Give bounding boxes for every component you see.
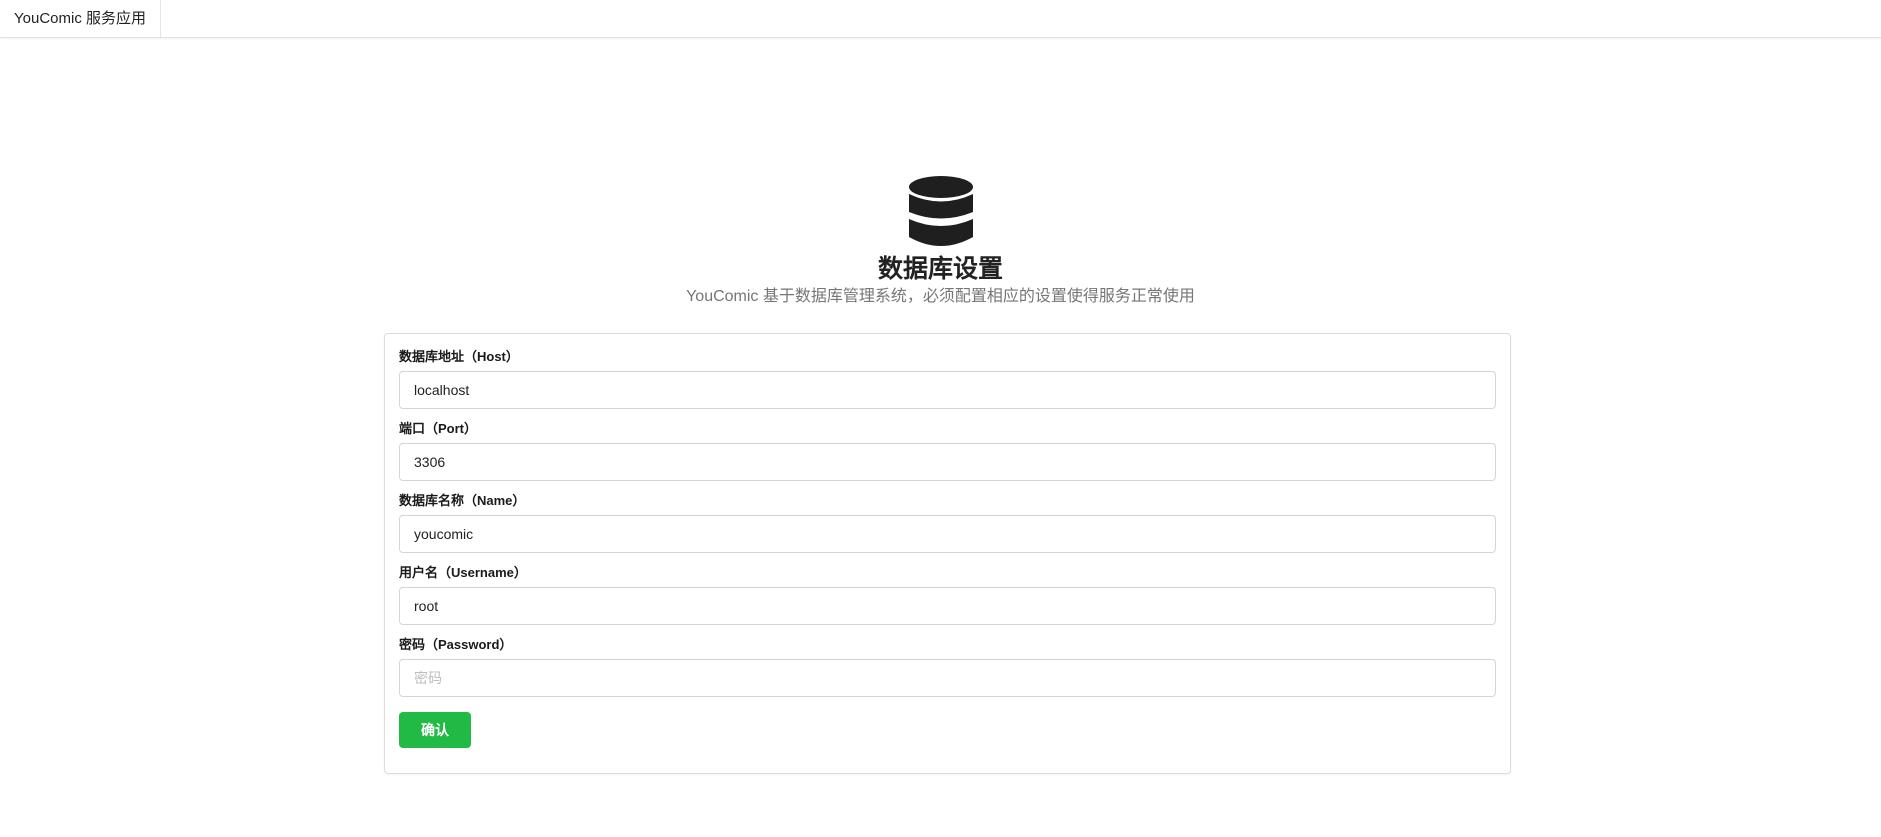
username-label: 用户名（Username）	[399, 565, 527, 580]
port-label: 端口（Port）	[399, 421, 478, 436]
page-title: 数据库设置	[877, 254, 1003, 283]
app-brand-menu-item[interactable]: YouComic 服务应用	[0, 0, 161, 37]
host-input[interactable]	[399, 371, 1496, 409]
database-name-field: 数据库名称（Name）	[399, 492, 1496, 553]
password-input[interactable]	[399, 659, 1496, 697]
database-settings-form: 数据库地址（Host） 端口（Port） 数据库名称（Name） 用户名（Use…	[384, 333, 1511, 774]
top-menu-bar: YouComic 服务应用	[0, 0, 1881, 38]
port-field: 端口（Port）	[399, 420, 1496, 481]
database-name-label: 数据库名称（Name）	[399, 493, 526, 508]
page-header: 数据库设置 YouComic 基于数据库管理系统，必须配置相应的设置使得服务正常…	[0, 175, 1881, 308]
host-label: 数据库地址（Host）	[399, 349, 519, 364]
username-field: 用户名（Username）	[399, 564, 1496, 625]
database-name-input[interactable]	[399, 515, 1496, 553]
password-label: 密码（Password）	[399, 637, 513, 652]
database-icon	[908, 176, 973, 246]
host-field: 数据库地址（Host）	[399, 348, 1496, 409]
password-field: 密码（Password）	[399, 636, 1496, 697]
confirm-button[interactable]: 确认	[399, 712, 471, 748]
username-input[interactable]	[399, 587, 1496, 625]
port-input[interactable]	[399, 443, 1496, 481]
page-subtitle: YouComic 基于数据库管理系统，必须配置相应的设置使得服务正常使用	[686, 288, 1195, 305]
